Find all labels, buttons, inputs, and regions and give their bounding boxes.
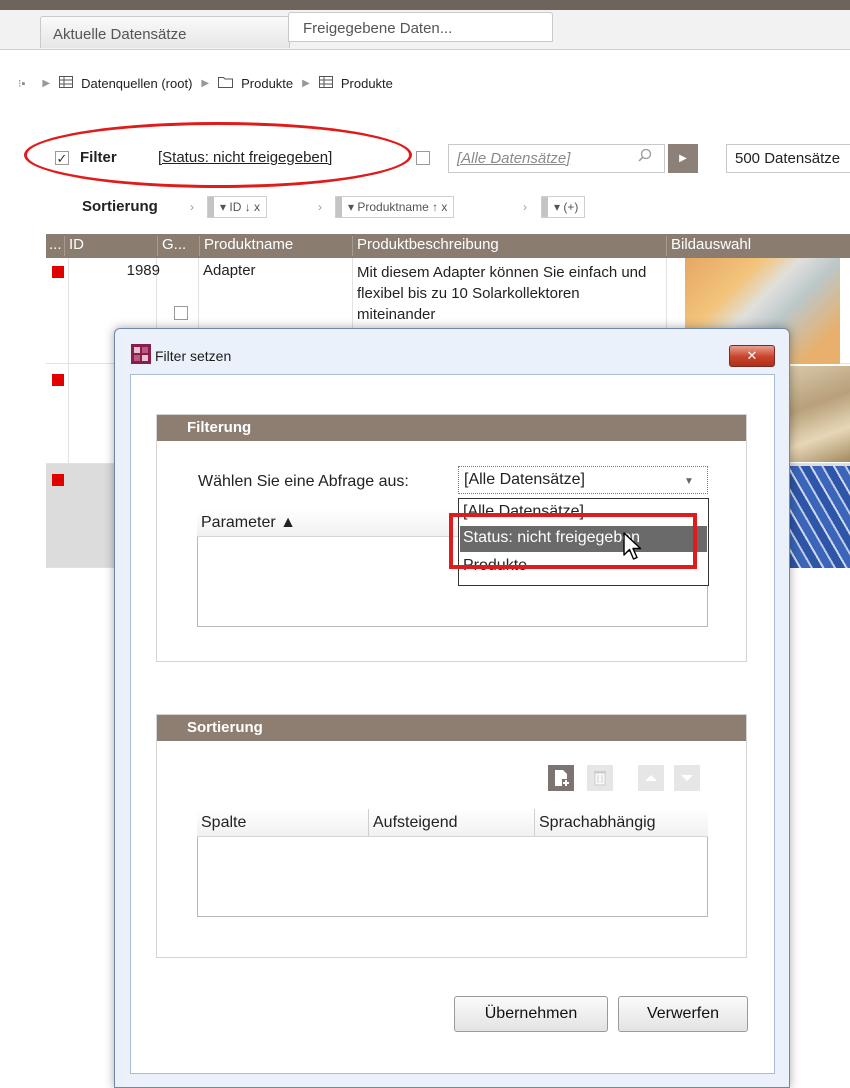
column-header-g[interactable]: G... xyxy=(157,236,186,256)
record-count-select[interactable]: 500 Datensätze xyxy=(726,144,850,173)
search-icon[interactable] xyxy=(638,148,652,166)
chip-dropdown-icon: ▾ xyxy=(220,200,227,214)
breadcrumb-arrow-icon: ▶ xyxy=(201,77,210,89)
chevron-down-icon[interactable]: ▼ xyxy=(684,476,694,487)
filter-dialog-icon xyxy=(131,344,151,364)
query-select[interactable]: [Alle Datensätze] xyxy=(458,466,708,494)
product-image xyxy=(790,466,850,568)
move-down-button[interactable] xyxy=(674,765,700,791)
sorting-label: Sortierung xyxy=(82,198,158,215)
filter-checkbox[interactable]: ✓ xyxy=(55,151,69,165)
breadcrumb-arrow-icon: ▶ xyxy=(302,77,310,89)
add-sort-button[interactable] xyxy=(548,765,574,791)
query-label: Wählen Sie eine Abfrage aus: xyxy=(198,473,409,490)
search-checkbox[interactable] xyxy=(416,151,430,165)
mouse-cursor-icon xyxy=(622,531,646,563)
table-icon xyxy=(318,75,333,91)
sort-chip-label: Produktname ↑ x xyxy=(357,200,448,214)
close-button[interactable]: ✕ xyxy=(729,345,775,367)
sort-chip-label: (+) xyxy=(563,200,579,214)
tree-icon: ⁝▪ xyxy=(18,77,26,90)
product-image xyxy=(790,366,850,462)
cell-productname: Adapter xyxy=(203,262,256,279)
status-marker xyxy=(52,474,64,486)
column-header-image[interactable]: Bildauswahl xyxy=(666,236,751,256)
breadcrumb-item-products-folder[interactable]: Produkte xyxy=(241,76,293,91)
column-header-productname[interactable]: Produktname xyxy=(199,236,293,256)
sort-chip-productname[interactable]: ▾ Produktname ↑ x xyxy=(335,196,455,218)
sort-chip-id[interactable]: ▾ ID ↓ x xyxy=(207,196,268,218)
tab-released-data[interactable]: Freigegebene Daten... xyxy=(288,12,553,42)
column-header-sprachabhaengig[interactable]: Sprachabhängig xyxy=(535,809,708,837)
table-icon xyxy=(59,75,74,91)
move-up-button[interactable] xyxy=(638,765,664,791)
cell-id: 1989 xyxy=(126,262,160,279)
column-header-description[interactable]: Produktbeschreibung xyxy=(352,236,499,256)
top-bar xyxy=(0,0,850,10)
apply-button[interactable]: Übernehmen xyxy=(454,996,608,1032)
annotation-highlight xyxy=(449,513,697,569)
dialog-title: Filter setzen xyxy=(155,348,232,364)
column-header-parameter[interactable]: Parameter ▲ xyxy=(197,509,459,537)
panel-header: Sortierung xyxy=(157,715,746,741)
filter-label: Filter xyxy=(80,149,117,166)
breadcrumb-arrow-icon: ▶ xyxy=(42,77,51,89)
search-input[interactable]: [Alle Datensätze] xyxy=(448,144,665,173)
delete-sort-button[interactable] xyxy=(587,765,613,791)
column-header-id[interactable]: ID xyxy=(64,236,154,256)
sort-separator-icon: › xyxy=(190,200,194,214)
breadcrumb-item-products-table[interactable]: Produkte xyxy=(341,76,393,91)
tab-current-records[interactable]: Aktuelle Datensätze xyxy=(40,16,290,48)
folder-icon xyxy=(218,76,234,91)
filter-value-link[interactable]: [Status: nicht freigegeben] xyxy=(158,149,332,166)
sort-chip-add[interactable]: ▾ (+) xyxy=(541,196,586,218)
grid-header: ... ID G... Produktname Produktbeschreib… xyxy=(46,234,850,258)
sort-chip-label: ID ↓ x xyxy=(229,200,261,214)
column-header-handle[interactable]: ... xyxy=(46,236,62,256)
sort-separator-icon: › xyxy=(523,200,527,214)
row-checkbox[interactable] xyxy=(174,306,188,320)
status-marker xyxy=(52,374,64,386)
status-marker xyxy=(52,266,64,278)
breadcrumb: ⁝▪ ▶ Datenquellen (root) ▶ Produkte ▶ Pr… xyxy=(18,72,393,94)
breadcrumb-item-root[interactable]: Datenquellen (root) xyxy=(81,76,192,91)
chip-dropdown-icon: ▾ xyxy=(348,200,355,214)
sort-separator-icon: › xyxy=(318,200,322,214)
go-button[interactable]: ▶ xyxy=(668,144,698,173)
panel-header: Filterung xyxy=(157,415,746,441)
cell-description: Mit diesem Adapter können Sie einfach un… xyxy=(357,264,647,323)
column-header-spalte[interactable]: Spalte xyxy=(197,809,369,837)
chip-dropdown-icon: ▾ xyxy=(554,200,561,214)
discard-button[interactable]: Verwerfen xyxy=(618,996,748,1032)
column-header-aufsteigend[interactable]: Aufsteigend xyxy=(369,809,535,837)
